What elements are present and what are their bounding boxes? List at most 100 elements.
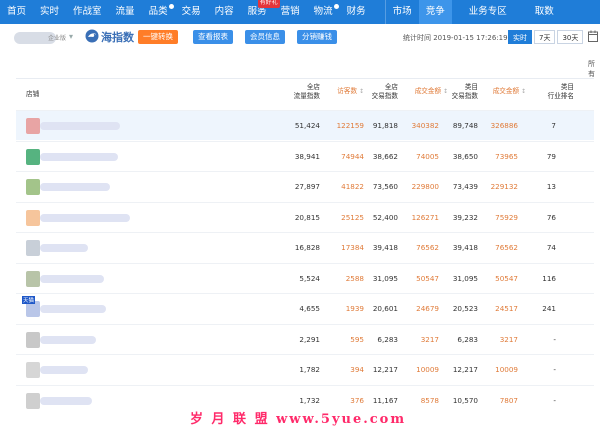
cell-rank: 116 [542, 273, 556, 283]
nav-item-label: 品类 [148, 6, 168, 17]
table-header: 店铺 全店 流量指数 访客数 全店 交易指数 成交金额 类目 交易指数 成交金额… [16, 79, 594, 110]
store-thumbnail[interactable] [26, 148, 40, 165]
all-filter-label[interactable]: 所有 [588, 59, 600, 79]
cell-turnover: 76562 [416, 243, 439, 252]
cell-turnover: 3217 [420, 334, 439, 344]
store-thumbnail[interactable] [26, 362, 40, 378]
table-row[interactable]: 20,815 25125 52,400 126271 39,232 75929 76 [16, 201, 594, 232]
store-thumbnail[interactable] [26, 209, 40, 226]
nav-item-trade[interactable]: 交易 [175, 0, 208, 24]
cell-trade-index: 73,560 [372, 182, 398, 191]
store-name-blurred[interactable] [40, 183, 110, 191]
nav-item-competition[interactable]: 竞争 [418, 0, 452, 24]
cell-rank: - [553, 334, 556, 344]
nav-item-data-fetch[interactable]: 取数 [528, 0, 561, 24]
cell-rank: - [553, 365, 556, 374]
chevron-down-icon[interactable]: ▾ [69, 32, 73, 41]
cell-rank: 74 [546, 243, 556, 252]
header-cat-trade-index[interactable]: 类目 交易指数 [442, 83, 478, 101]
header-traffic-index[interactable]: 全店 流量指数 [284, 83, 320, 101]
header-visitors[interactable]: 访客数 [324, 87, 364, 96]
cell-trade-index: 6,283 [377, 334, 398, 344]
nav-item-finance[interactable]: 财务 [340, 0, 373, 24]
cell-cat-turnover: 10009 [495, 365, 518, 374]
top-nav: 首页 实时 作战室 流量 品类 交易 内容 服务 有好礼 营销 物流 财务 市场 竞争 业务专区 取数 [0, 0, 600, 24]
store-name-blurred[interactable] [40, 305, 106, 313]
nav-item-war-room[interactable]: 作战室 [66, 0, 109, 24]
store-name-blurred[interactable] [40, 396, 92, 405]
range-30days-button[interactable]: 30天 [557, 30, 584, 44]
cell-turnover: 50547 [416, 273, 439, 283]
store-thumbnail[interactable] [26, 179, 40, 195]
view-report-button[interactable]: 查看报表 [193, 30, 233, 44]
store-name-blurred[interactable] [40, 152, 118, 161]
cell-turnover: 8578 [420, 395, 439, 405]
cell-cat-trade-index: 12,217 [452, 365, 478, 374]
store-name-blurred[interactable] [40, 335, 96, 344]
cell-cat-turnover: 229132 [490, 182, 518, 191]
cell-cat-trade-index: 39,232 [452, 212, 478, 222]
nav-item-label: 竞争 [425, 6, 445, 17]
nav-item-realtime[interactable]: 实时 [33, 0, 66, 24]
one-click-convert-button[interactable]: 一键转换 [138, 30, 178, 44]
cell-cat-turnover: 24517 [495, 304, 518, 313]
nav-item-market[interactable]: 市场 [386, 0, 419, 24]
distribution-earn-button[interactable]: 分销赚钱 [297, 30, 337, 44]
header-trade-index-line2: 交易指数 [371, 92, 398, 100]
nav-item-content[interactable]: 内容 [208, 0, 241, 24]
header-cat-turnover[interactable]: 成交金额 [482, 87, 526, 96]
nav-item-business-zone[interactable]: 业务专区 [462, 0, 514, 24]
dolphin-logo-icon [85, 29, 99, 43]
range-realtime-button[interactable]: 实时 [508, 30, 532, 44]
store-name-blurred[interactable] [40, 244, 88, 252]
cell-cat-turnover: 73965 [495, 151, 518, 161]
header-rank-line2: 行业排名 [547, 92, 574, 100]
cell-rank: 7 [551, 121, 556, 130]
stat-time-label: 统计时间 2019-01-15 17:26:19 [403, 34, 508, 42]
store-thumbnail[interactable] [26, 240, 40, 256]
nav-item-label: 流量 [115, 6, 135, 17]
nav-item-label: 财务 [346, 6, 366, 17]
store-name-blurred[interactable] [40, 213, 130, 222]
nav-item-home[interactable]: 首页 [0, 0, 33, 24]
table-row[interactable]: 16,828 17384 39,418 76562 39,418 76562 74 [16, 232, 594, 262]
store-name-blurred[interactable] [40, 274, 104, 283]
nav-item-label: 内容 [214, 6, 234, 17]
table-row[interactable]: 51,424 122159 91,818 340382 89,748 326886 7 [16, 110, 594, 140]
cell-cat-trade-index: 6,283 [457, 334, 478, 344]
store-thumbnail[interactable] [26, 331, 40, 348]
cell-turnover: 24679 [416, 304, 439, 313]
cell-rank: - [553, 395, 556, 405]
nav-item-label: 首页 [7, 6, 27, 17]
nav-item-label: 取数 [534, 6, 554, 17]
calendar-icon[interactable] [588, 30, 598, 42]
store-thumbnail[interactable] [26, 270, 40, 287]
store-thumbnail[interactable] [26, 118, 40, 134]
cell-turnover: 229800 [411, 182, 439, 191]
store-name-blurred[interactable] [40, 122, 120, 130]
nav-item-category[interactable]: 品类 [142, 0, 175, 24]
table-row[interactable]: 1,782 394 12,217 10009 12,217 10009- [16, 354, 594, 384]
cell-cat-turnover: 50547 [495, 273, 518, 283]
table-row[interactable]: 天猫 4,655 1939 20,601 24679 20,523 24517 241 [16, 293, 594, 323]
nav-item-logistics[interactable]: 物流 [307, 0, 340, 24]
nav-item-marketing[interactable]: 营销 [274, 0, 307, 24]
cell-rank: 76 [546, 212, 556, 222]
table-row[interactable]: 27,897 41822 73,560 229800 73,439 229132 13 [16, 171, 594, 201]
range-7days-button[interactable]: 7天 [534, 30, 556, 44]
header-rank[interactable]: 类目 行业排名 [534, 83, 574, 101]
table-row[interactable]: 38,941 74944 38,662 74005 38,650 73965 79 [16, 140, 594, 171]
member-info-button[interactable]: 会员信息 [245, 30, 285, 44]
nav-item-service[interactable]: 服务 有好礼 [241, 0, 280, 24]
cell-cat-turnover: 75929 [495, 212, 518, 222]
store-thumbnail[interactable] [26, 392, 40, 409]
header-trade-index[interactable]: 全店 交易指数 [362, 83, 398, 101]
nav-item-label: 营销 [280, 6, 300, 17]
cell-turnover: 10009 [416, 365, 439, 374]
nav-item-traffic[interactable]: 流量 [109, 0, 142, 24]
table-row[interactable]: 5,524 2588 31,095 50547 31,095 50547 116 [16, 262, 594, 293]
cell-cat-trade-index: 10,570 [452, 395, 478, 405]
store-name-blurred[interactable] [40, 366, 88, 374]
table-row[interactable]: 2,291 595 6,283 3217 6,283 3217- [16, 323, 594, 354]
cell-cat-trade-index: 39,418 [452, 243, 478, 252]
